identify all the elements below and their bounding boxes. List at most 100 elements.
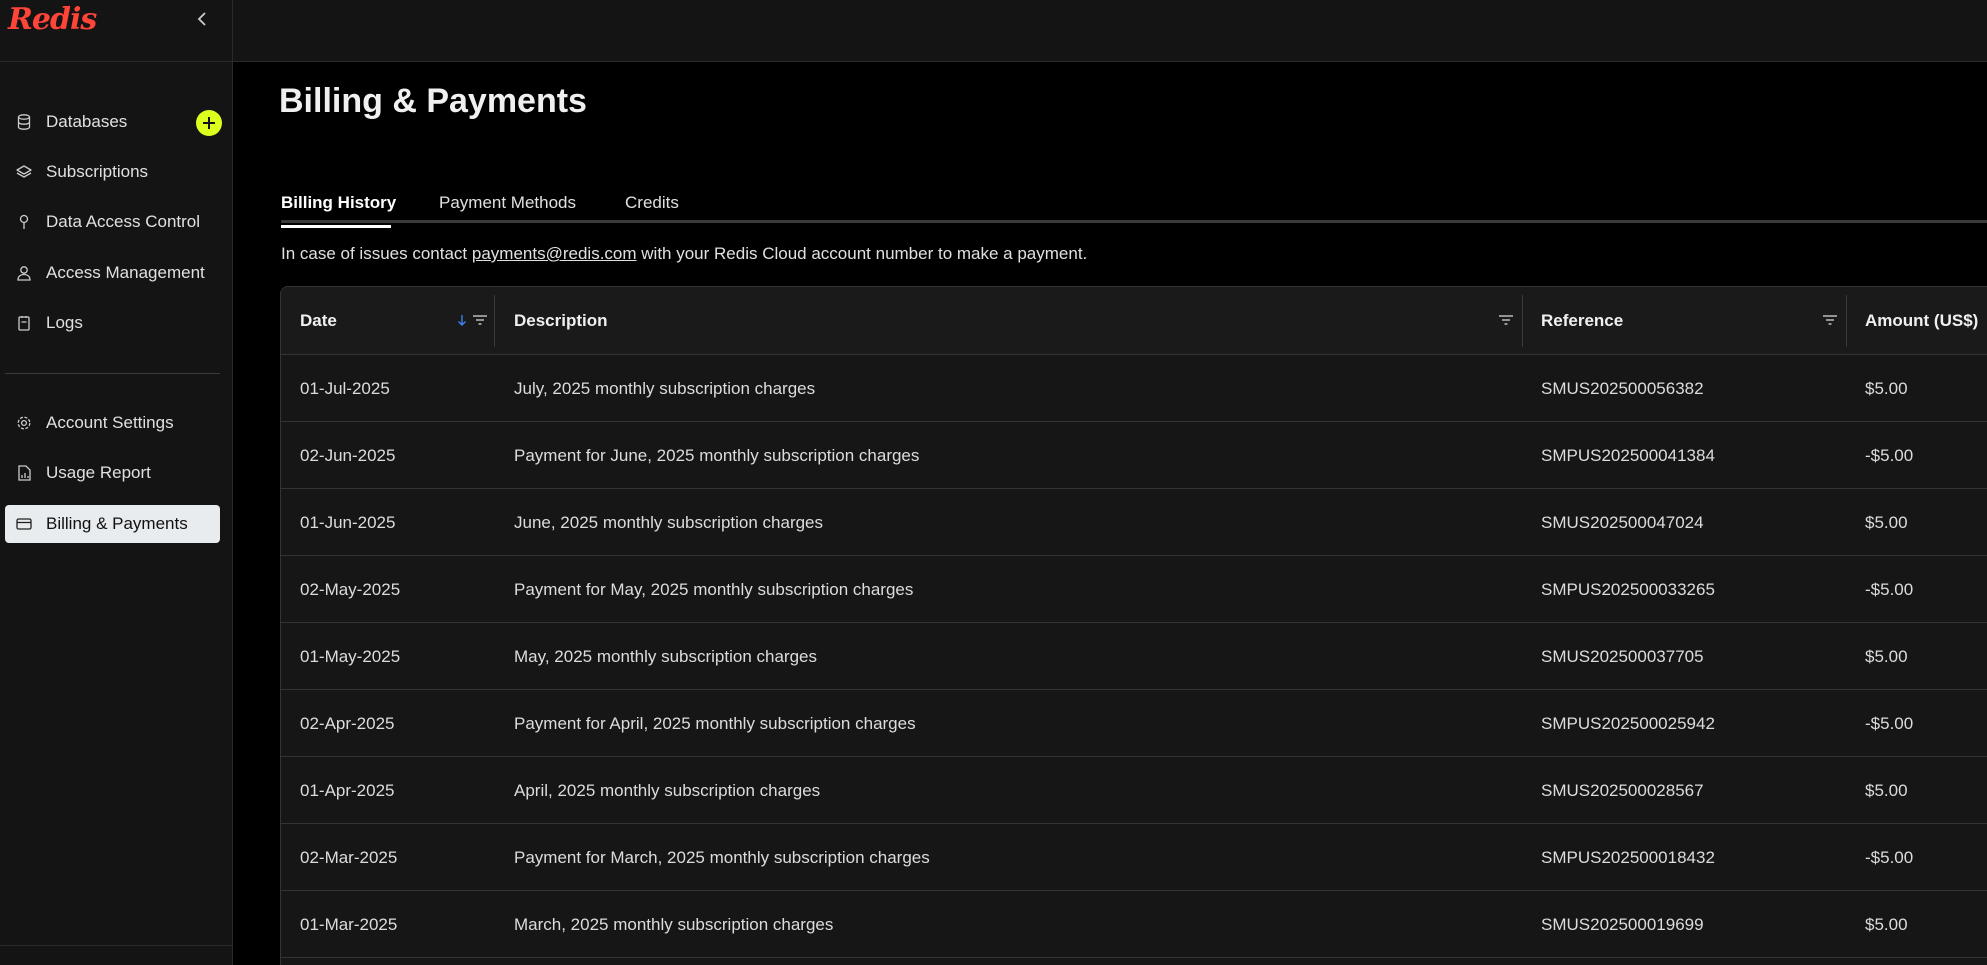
cell-reference: SMPUS202500018432 (1541, 847, 1715, 867)
sidebar-item-billing-payments[interactable]: Billing & Payments (5, 505, 220, 543)
table-row[interactable]: 01-Jun-2025 June, 2025 monthly subscripti… (281, 489, 1987, 556)
database-icon (16, 114, 32, 130)
cell-amount: $5.00 (1865, 780, 1908, 800)
top-bar (233, 0, 1987, 62)
plus-icon (203, 117, 215, 129)
sidebar-item-logs[interactable]: Logs (5, 304, 220, 342)
column-header-amount[interactable]: Amount (US$) (1865, 287, 1978, 355)
page-title: Billing & Payments (279, 82, 587, 120)
cell-reference: SMPUS202500025942 (1541, 713, 1715, 733)
cell-amount: $5.00 (1865, 378, 1908, 398)
sidebar-item-databases[interactable]: Databases (5, 103, 220, 141)
cell-date: 01-Apr-2025 (300, 780, 395, 800)
sidebar-item-label: Logs (46, 313, 83, 332)
card-icon (16, 516, 32, 532)
table-row[interactable]: 02-Mar-2025 Payment for March, 2025 month… (281, 824, 1987, 891)
table-row[interactable]: 01-Apr-2025 April, 2025 monthly subscript… (281, 757, 1987, 824)
cell-reference: SMUS202500037705 (1541, 646, 1704, 666)
cell-description: Payment for March, 2025 monthly subscrip… (514, 847, 930, 867)
tab-bar: Billing History Payment Methods Credits (281, 188, 1987, 228)
sidebar-item-label: Access Management (46, 263, 205, 282)
notice-text-after: with your Redis Cloud account number to … (636, 244, 1088, 263)
sidebar-item-label: Data Access Control (46, 212, 201, 231)
report-icon (16, 465, 32, 481)
payment-notice: In case of issues contact payments@redis… (281, 244, 1087, 264)
cell-description: March, 2025 monthly subscription charges (514, 914, 834, 934)
user-icon (16, 265, 32, 281)
cell-amount: -$5.00 (1865, 445, 1914, 465)
table-row[interactable]: 01-Jul-2025 July, 2025 monthly subscripti… (281, 355, 1987, 422)
payments-email-link[interactable]: payments@redis.com (472, 244, 637, 263)
tab-payment-methods[interactable]: Payment Methods (439, 193, 576, 223)
sidebar: Redis Databases Subscriptions Data Acces… (0, 0, 233, 965)
cell-reference: SMPUS202500041384 (1541, 445, 1715, 465)
column-resizer[interactable] (1846, 295, 1847, 347)
table-row[interactable]: 02-May-2025 Payment for May, 2025 monthly… (281, 556, 1987, 623)
sidebar-item-usage-report[interactable]: Usage Report (5, 454, 220, 492)
cell-amount: $5.00 (1865, 646, 1908, 666)
cell-reference: SMUS202500056382 (1541, 378, 1704, 398)
cell-description: Payment for May, 2025 monthly subscripti… (514, 579, 914, 599)
sidebar-item-data-access-control[interactable]: Data Access Control (5, 203, 220, 241)
add-database-button[interactable] (196, 110, 222, 136)
cell-amount: -$5.00 (1865, 847, 1914, 867)
sidebar-item-access-management[interactable]: Access Management (5, 254, 220, 292)
cell-date: 01-Jul-2025 (300, 378, 390, 398)
sort-descending-icon[interactable] (457, 312, 467, 328)
cell-amount: $5.00 (1865, 914, 1908, 934)
cell-description: Payment for June, 2025 monthly subscript… (514, 445, 920, 465)
tab-credits[interactable]: Credits (625, 193, 679, 223)
cell-reference: SMPUS202500033265 (1541, 579, 1715, 599)
sidebar-item-label: Subscriptions (46, 162, 149, 181)
column-header-description[interactable]: Description (514, 287, 608, 355)
sidebar-header: Redis (0, 0, 232, 62)
cell-date: 02-Mar-2025 (300, 847, 398, 867)
notice-text-before: In case of issues contact (281, 244, 472, 263)
tab-label: Payment Methods (439, 193, 577, 212)
active-tab-indicator (281, 225, 391, 228)
gear-icon (16, 415, 32, 431)
cell-reference: SMUS202500028567 (1541, 780, 1704, 800)
tab-billing-history[interactable]: Billing History (281, 193, 397, 228)
column-resizer[interactable] (1522, 295, 1523, 347)
key-icon (16, 214, 32, 230)
cell-description: June, 2025 monthly subscription charges (514, 512, 824, 532)
cell-date: 01-Jun-2025 (300, 512, 396, 532)
log-icon (16, 315, 32, 331)
redis-logo[interactable]: Redis (8, 2, 97, 37)
cell-amount: -$5.00 (1865, 579, 1914, 599)
table-row[interactable]: 01-Mar-2025 March, 2025 monthly subscript… (281, 891, 1987, 958)
cell-amount: -$5.00 (1865, 713, 1914, 733)
tab-label: Billing History (281, 193, 397, 212)
column-header-reference[interactable]: Reference (1541, 287, 1623, 355)
layers-icon (16, 164, 32, 180)
sidebar-footer-divider (0, 945, 233, 946)
cell-reference: SMUS202500019699 (1541, 914, 1704, 934)
sidebar-item-label: Databases (46, 112, 128, 131)
table-header: Date Description Reference Amount (US$) (281, 287, 1987, 355)
table-row[interactable]: 02-Apr-2025 Payment for April, 2025 month… (281, 690, 1987, 757)
sidebar-item-label: Account Settings (46, 413, 174, 432)
cell-description: Payment for April, 2025 monthly subscrip… (514, 713, 916, 733)
cell-date: 02-Apr-2025 (300, 713, 395, 733)
cell-date: 02-Jun-2025 (300, 445, 396, 465)
cell-date: 01-May-2025 (300, 646, 401, 666)
table-row[interactable]: 01-May-2025 May, 2025 monthly subscriptio… (281, 623, 1987, 690)
sidebar-divider (5, 373, 220, 374)
chevron-left-icon (197, 12, 206, 26)
filter-icon[interactable] (1498, 313, 1514, 327)
column-header-date[interactable]: Date (300, 287, 337, 355)
tab-label: Credits (625, 193, 679, 212)
column-resizer[interactable] (494, 295, 495, 347)
cell-description: April, 2025 monthly subscription charges (514, 780, 821, 800)
sidebar-item-account-settings[interactable]: Account Settings (5, 404, 220, 442)
cell-description: July, 2025 monthly subscription charges (514, 378, 816, 398)
sidebar-item-label: Usage Report (46, 463, 151, 482)
sidebar-item-subscriptions[interactable]: Subscriptions (5, 153, 220, 191)
collapse-sidebar-button[interactable] (192, 8, 212, 30)
filter-icon[interactable] (472, 313, 488, 327)
table-row[interactable]: 02-Jun-2025 Payment for June, 2025 monthl… (281, 422, 1987, 489)
cell-amount: $5.00 (1865, 512, 1908, 532)
billing-history-table: Date Description Reference Amount (US$) … (280, 286, 1987, 965)
filter-icon[interactable] (1822, 313, 1838, 327)
